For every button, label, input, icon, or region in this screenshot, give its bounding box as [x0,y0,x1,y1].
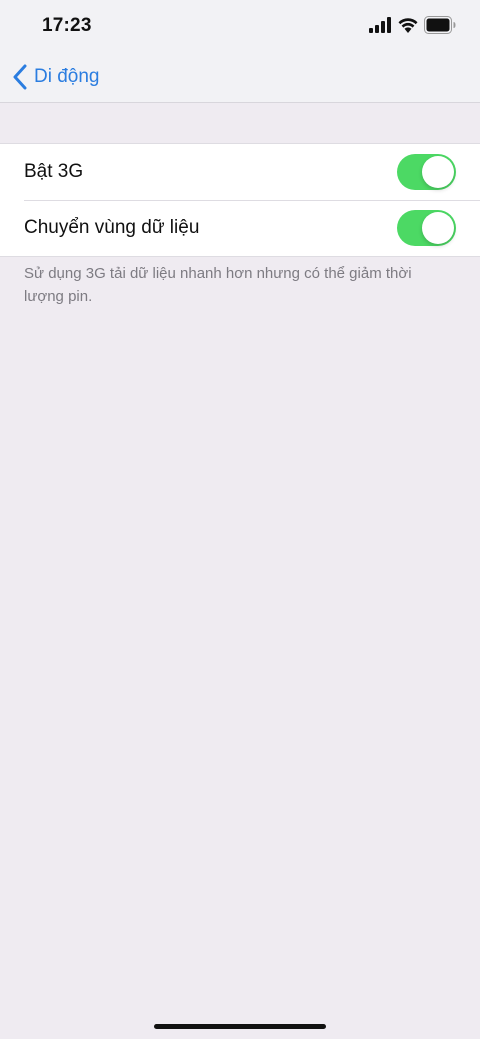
setting-row-data-roaming: Chuyển vùng dữ liệu [0,200,480,256]
setting-row-enable-3g: Bật 3G [0,144,480,200]
toggle-knob [422,156,454,188]
signal-icon [369,17,391,33]
wifi-icon [398,18,418,33]
setting-label-enable-3g: Bật 3G [24,161,84,182]
back-button[interactable]: Di động [12,62,100,92]
back-label: Di động [34,66,100,87]
battery-icon [424,16,456,34]
home-indicator[interactable] [154,1024,326,1029]
enable-3g-toggle[interactable] [397,154,456,190]
status-bar: 17:23 [0,0,480,52]
data-roaming-toggle[interactable] [397,210,456,246]
setting-label-data-roaming: Chuyển vùng dữ liệu [24,217,200,238]
navigation-bar: Di động [0,52,480,103]
footer-note: Sử dụng 3G tải dữ liệu nhanh hơn nhưng c… [24,265,412,305]
chevron-left-icon [13,64,27,90]
toggle-knob [422,212,454,244]
status-time: 17:23 [42,15,92,36]
settings-group: Bật 3G Chuyển vùng dữ liệu [0,143,480,257]
